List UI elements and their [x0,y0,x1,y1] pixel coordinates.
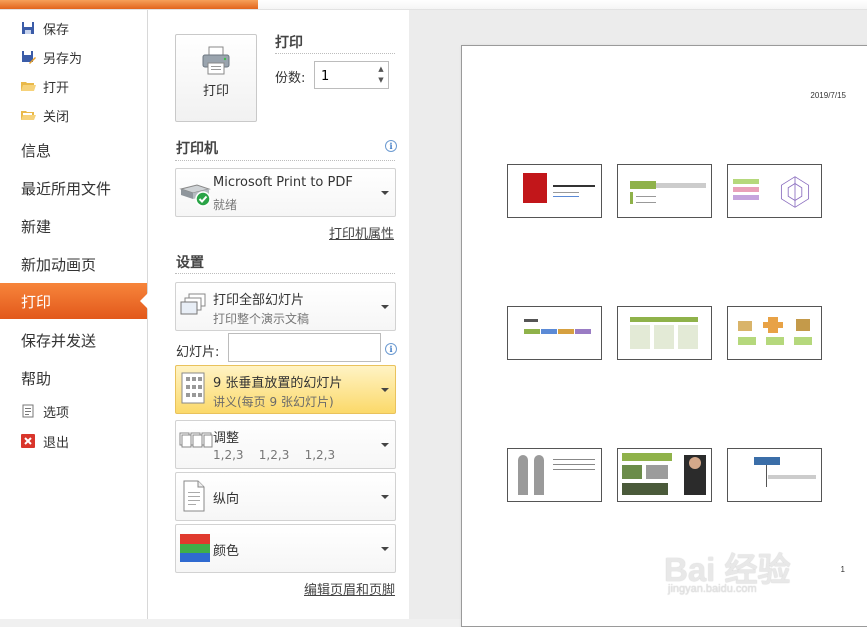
slide-thumbnail-2 [617,164,712,218]
nav-info-label: 信息 [21,141,52,160]
nav-print-label: 打印 [21,292,52,311]
nav-save-as-label: 另存为 [43,51,83,67]
settings-section-title: 设置 [176,255,204,271]
exit-icon [21,434,35,448]
nav-info[interactable]: 信息 [0,132,147,168]
nav-recent[interactable]: 最近所用文件 [0,170,147,206]
print-settings-panel: 打印 打印 份数: ▲▼ 打印机 i Microsoft Print to PD… [148,10,409,619]
print-range-dropdown[interactable]: 打印全部幻灯片 打印整个演示文稿 [175,282,396,331]
printer-icon [202,46,230,75]
preview-page: 2019/7/15 1 [461,45,867,627]
color-dropdown[interactable]: 颜色 [175,524,396,573]
chevron-down-icon [381,190,389,195]
nav-recent-label: 最近所用文件 [21,179,112,198]
nav-save-as[interactable]: 另存为 [0,43,147,71]
print-range-desc: 打印整个演示文稿 [213,312,310,326]
title-bar [0,0,867,10]
slide-thumbnail-8 [617,448,712,502]
nav-help[interactable]: 帮助 [0,360,147,396]
nav-add-animation-page-label: 新加动画页 [21,255,97,274]
copies-spinner[interactable]: ▲ ▼ [376,64,386,86]
nav-print[interactable]: 打印 [0,283,148,319]
nav-exit-label: 退出 [43,435,70,451]
layout-label: 9 张垂直放置的幻灯片 [213,376,343,391]
layout-dropdown[interactable]: 9 张垂直放置的幻灯片 讲义(每页 9 张幻灯片) [175,365,396,414]
watermark-url: jingyan.baidu.com [668,583,757,595]
slides-field[interactable] [228,333,381,362]
portrait-icon [183,480,205,512]
info-icon[interactable]: i [385,140,397,152]
close-folder-icon [21,111,36,120]
slide-thumbnail-1 [507,164,602,218]
print-section-title: 打印 [275,35,303,51]
nav-save-label: 保存 [43,22,70,38]
collate-icon [179,432,213,448]
save-icon [22,22,34,34]
page-number: 1 [840,565,845,574]
copies-input[interactable] [319,64,371,88]
printer-status: 就绪 [213,198,238,212]
collate-dropdown[interactable]: 调整 1,2,3 1,2,3 1,2,3 [175,420,396,469]
divider [175,273,395,274]
collate-desc: 1,2,3 1,2,3 1,2,3 [213,448,336,462]
copies-label: 份数: [275,71,306,86]
nav-options[interactable]: 选项 [0,397,147,425]
printer-section-title: 打印机 [176,141,218,157]
slide-thumbnail-7 [507,448,602,502]
orientation-label: 纵向 [213,492,240,507]
nav-close-label: 关闭 [43,109,70,125]
nav-new[interactable]: 新建 [0,208,147,244]
all-slides-icon [180,293,206,315]
watermark: Bai 经验 jingyan.baidu.com [664,543,824,603]
print-range-label: 打印全部幻灯片 [213,293,305,308]
chevron-down-icon [381,304,389,309]
collate-label: 调整 [213,431,240,446]
nav-open-label: 打开 [43,80,70,96]
divider [175,160,395,161]
nav-save[interactable]: 保存 [0,14,147,42]
nav-new-label: 新建 [21,217,52,236]
nav-close[interactable]: 关闭 [0,101,147,129]
orientation-dropdown[interactable]: 纵向 [175,472,396,521]
page-date: 2019/7/15 [810,91,846,100]
chevron-down-icon [381,546,389,551]
slide-thumbnail-9 [727,448,822,502]
divider [275,53,395,54]
nav-open[interactable]: 打开 [0,72,147,100]
nav-exit[interactable]: 退出 [0,427,147,455]
file-tab-accent [0,0,258,9]
chevron-down-icon [381,387,389,392]
chevron-down-icon [381,494,389,499]
open-folder-icon [21,82,36,91]
chevron-down-icon [381,442,389,447]
slides-label: 幻灯片: [176,345,220,360]
print-button-label: 打印 [202,84,229,99]
printer-properties-link[interactable]: 打印机属性 [329,223,394,242]
slide-thumbnail-4 [507,306,602,360]
color-icon [180,534,210,562]
nine-slides-icon [181,372,205,404]
options-icon [22,404,34,418]
color-label: 颜色 [213,544,240,559]
info-icon[interactable]: i [385,343,397,355]
printer-name: Microsoft Print to PDF [213,175,353,190]
layout-desc: 讲义(每页 9 张幻灯片) [213,395,334,409]
nav-add-animation-page[interactable]: 新加动画页 [0,246,147,282]
nav-save-send-label: 保存并发送 [21,331,97,350]
slide-thumbnail-3 [727,164,822,218]
print-button[interactable]: 打印 [175,34,257,122]
printer-dropdown[interactable]: Microsoft Print to PDF 就绪 [175,168,396,217]
nav-save-send[interactable]: 保存并发送 [0,322,147,358]
slide-thumbnail-5 [617,306,712,360]
edit-header-footer-link[interactable]: 编辑页眉和页脚 [304,579,395,598]
slide-thumbnail-6 [727,306,822,360]
backstage-nav: 保存 另存为 打开 关闭 信息 最近所用文件 新建 新加动画页 打印 保存并发送… [0,10,148,619]
save-as-icon [22,51,36,64]
printer-ready-icon [179,184,211,207]
nav-options-label: 选项 [43,405,70,421]
nav-help-label: 帮助 [21,369,52,388]
slides-input[interactable] [231,336,380,361]
copies-field[interactable]: ▲▼ [314,61,389,89]
